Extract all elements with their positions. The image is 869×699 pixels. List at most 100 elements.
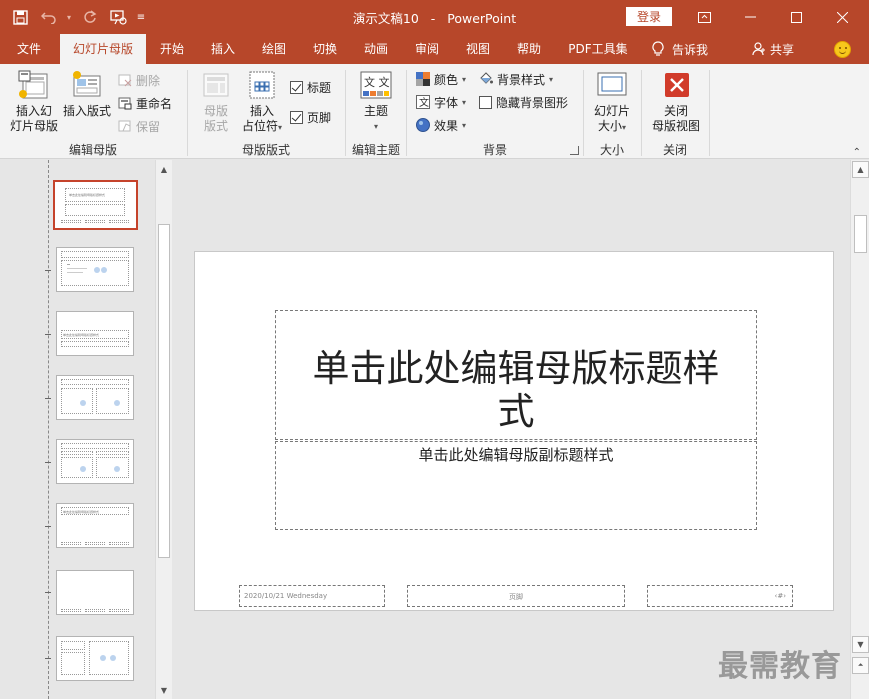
- title-line-2: 式: [497, 390, 535, 433]
- slide-canvas[interactable]: 单击此处编辑母版标题样 式 单击此处编辑母版副标题样式 2020/10/21 W…: [194, 251, 834, 611]
- close-icon[interactable]: [819, 0, 865, 34]
- login-button[interactable]: 登录: [626, 7, 672, 26]
- fonts-button[interactable]: 文 字体 ▾: [416, 92, 466, 112]
- subtitle-placeholder[interactable]: 单击此处编辑母版副标题样式: [275, 441, 757, 530]
- footer-placeholder[interactable]: 页脚: [407, 585, 625, 607]
- scroll-down-arrow-icon[interactable]: ▼: [156, 682, 172, 698]
- group-label-edit-master: 编辑母版: [68, 143, 117, 157]
- tab-file[interactable]: 文件: [6, 34, 52, 64]
- tab-animations[interactable]: 动画: [354, 34, 398, 64]
- colors-button[interactable]: 颜色 ▾: [416, 69, 466, 89]
- title-line-1: 单击此处编辑母版标题样: [312, 347, 720, 390]
- close-master-view-button[interactable]: 关闭 母版视图: [648, 70, 704, 134]
- tab-view[interactable]: 视图: [456, 34, 500, 64]
- close-master-view-label: 关闭 母版视图: [651, 104, 700, 133]
- thumbnail-connector: [45, 334, 51, 335]
- scroll-up-arrow-icon[interactable]: ▲: [852, 161, 869, 178]
- hide-background-checkbox-box[interactable]: [479, 95, 492, 109]
- insert-slide-master-button[interactable]: 插入幻 灯片母版: [8, 70, 60, 134]
- watermark-text: 最需教育: [718, 649, 842, 684]
- title-checkbox[interactable]: 标题: [290, 77, 331, 97]
- editor-vertical-scrollbar[interactable]: ▲ ▼ ⏶: [850, 160, 869, 699]
- layout-tree-line: [48, 160, 49, 699]
- person-icon: [752, 42, 765, 56]
- hide-background-checkbox[interactable]: 隐藏背景图形: [479, 92, 568, 112]
- title-placeholder[interactable]: 单击此处编辑母版标题样 式: [275, 310, 757, 440]
- chevron-down-icon[interactable]: ▾: [64, 6, 74, 28]
- preserve-button[interactable]: 保留: [118, 116, 160, 136]
- slide-editing-area: 单击此处编辑母版标题样 式 单击此处编辑母版副标题样式 2020/10/21 W…: [173, 160, 869, 699]
- svg-text:文: 文: [419, 96, 429, 109]
- thumbnail-layout-title-content[interactable]: [56, 247, 134, 292]
- delete-label: 删除: [136, 73, 161, 88]
- effects-label: 效果: [434, 118, 459, 133]
- tab-help[interactable]: 帮助: [507, 34, 551, 64]
- insert-placeholder-button[interactable]: 插入 占位符▾: [238, 70, 286, 135]
- footer-checkbox-label: 页脚: [307, 110, 332, 125]
- thumbnail-scrollbar[interactable]: ▲ ▼: [155, 160, 172, 699]
- insert-layout-icon: [71, 70, 103, 100]
- minimize-icon[interactable]: [727, 0, 773, 34]
- scroll-up-arrow-icon[interactable]: ▲: [156, 161, 172, 177]
- present-from-start-icon[interactable]: [106, 6, 130, 28]
- insert-slide-master-icon: [18, 70, 50, 100]
- customize-qat-icon[interactable]: ≡: [134, 6, 148, 28]
- tab-pdf-tools[interactable]: PDF工具集: [560, 34, 636, 64]
- title-bar: ▾ ≡ 演示文稿10 - PowerPoint 登录: [0, 0, 869, 34]
- tab-review[interactable]: 审阅: [405, 34, 449, 64]
- thumbnail-layout-content-caption[interactable]: [56, 636, 134, 681]
- ribbon-display-options-icon[interactable]: [681, 0, 727, 34]
- scrollbar-thumb[interactable]: [854, 215, 867, 253]
- title-separator: -: [430, 11, 436, 26]
- scroll-down-arrow-icon[interactable]: ▼: [852, 636, 869, 653]
- thumbnail-slide-master[interactable]: 单击此处编辑母版标题样式: [53, 180, 138, 230]
- thumbnail-layout-section-header[interactable]: 单击此处编辑母版标题样式: [56, 311, 134, 356]
- tab-transitions[interactable]: 切换: [303, 34, 347, 64]
- title-checkbox-box[interactable]: [290, 80, 303, 94]
- footer-text: 页脚: [509, 593, 523, 601]
- thumbnail-layout-two-content[interactable]: [56, 375, 134, 420]
- save-icon[interactable]: [8, 6, 32, 28]
- thumbnail-layout-comparison[interactable]: [56, 439, 134, 484]
- rename-button[interactable]: 重命名: [118, 93, 172, 113]
- ribbon-separator: [709, 70, 710, 156]
- share-label: 共享: [770, 42, 795, 57]
- preserve-icon: [118, 119, 132, 133]
- thumbnail-layout-blank[interactable]: [56, 570, 134, 615]
- scrollbar-thumb[interactable]: [158, 224, 170, 558]
- master-layout-button[interactable]: 母版 版式: [196, 70, 236, 134]
- group-label-edit-theme: 编辑主题: [351, 143, 400, 157]
- page-number-placeholder[interactable]: ‹#›: [647, 585, 793, 607]
- effects-button[interactable]: 效果 ▾: [416, 115, 466, 135]
- smiley-feedback-icon[interactable]: [834, 41, 851, 58]
- share-button[interactable]: 共享: [752, 34, 794, 64]
- redo-icon[interactable]: [78, 6, 102, 28]
- delete-icon: [118, 73, 132, 87]
- background-styles-button[interactable]: 背景样式 ▾: [479, 69, 553, 89]
- slide-size-button[interactable]: 幻灯片 大小▾: [590, 70, 634, 135]
- maximize-icon[interactable]: [773, 0, 819, 34]
- master-layout-icon: [200, 70, 232, 100]
- undo-icon[interactable]: [36, 6, 60, 28]
- date-placeholder[interactable]: 2020/10/21 Wednesday: [239, 585, 385, 607]
- footer-checkbox[interactable]: 页脚: [290, 107, 331, 127]
- color-palette-icon: [416, 72, 430, 86]
- tab-draw[interactable]: 绘图: [252, 34, 296, 64]
- tab-slide-master[interactable]: 幻灯片母版: [60, 34, 146, 64]
- slide-thumbnail-pane: 单击此处编辑母版标题样式 单击此处编辑母版标题样式 单击此处编辑母版标题样式 ▲…: [0, 160, 172, 699]
- subtitle-text: 单击此处编辑母版副标题样式: [418, 446, 614, 464]
- tab-insert[interactable]: 插入: [201, 34, 245, 64]
- insert-layout-button[interactable]: 插入版式: [62, 70, 112, 119]
- theme-button[interactable]: 文 文 主题 ▾: [354, 70, 398, 134]
- close-master-view-icon: [660, 70, 692, 100]
- previous-slide-icon[interactable]: ⏶: [852, 657, 869, 674]
- thumbnail-layout-title-only[interactable]: 单击此处编辑母版标题样式: [56, 503, 134, 548]
- footer-checkbox-box[interactable]: [290, 110, 303, 124]
- paint-bucket-icon: [479, 72, 493, 86]
- background-dialog-launcher-icon[interactable]: [570, 146, 579, 155]
- tell-me-box[interactable]: 告诉我: [652, 34, 708, 64]
- tab-home[interactable]: 开始: [150, 34, 194, 64]
- collapse-ribbon-icon[interactable]: ⌃: [853, 147, 861, 158]
- fonts-label: 字体: [434, 95, 459, 110]
- delete-button[interactable]: 删除: [118, 70, 160, 90]
